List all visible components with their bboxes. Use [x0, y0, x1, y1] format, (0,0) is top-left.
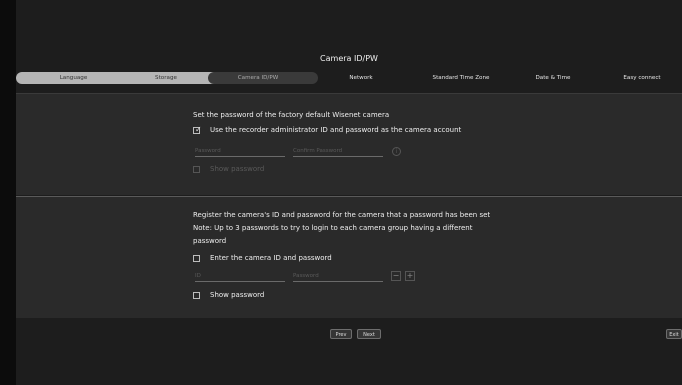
- step-easy-connect[interactable]: Easy connect: [602, 72, 682, 84]
- step-date-time[interactable]: Date & Time: [518, 72, 588, 84]
- info-icon[interactable]: i: [392, 147, 401, 156]
- minus-icon: −: [392, 271, 400, 280]
- plus-icon: +: [406, 271, 414, 280]
- confirm-password-placeholder: Confirm Password: [293, 148, 343, 154]
- password-placeholder: Password: [195, 148, 221, 154]
- use-admin-checkbox[interactable]: ✓: [193, 125, 202, 134]
- page-title: Camera ID/PW: [320, 54, 378, 63]
- step-storage[interactable]: Storage: [116, 72, 216, 84]
- show-password-label-1: Show password: [210, 165, 265, 173]
- password-field[interactable]: Password: [195, 146, 285, 157]
- show-password-checkbox-1[interactable]: [193, 166, 200, 173]
- exit-button[interactable]: Exit: [666, 329, 682, 339]
- camera-password-field[interactable]: Password: [293, 271, 383, 282]
- show-password-label-2: Show password: [210, 291, 265, 299]
- step-language[interactable]: Language: [16, 72, 131, 84]
- factory-default-heading: Set the password of the factory default …: [193, 111, 390, 119]
- camera-password-placeholder: Password: [293, 273, 319, 279]
- use-admin-label: Use the recorder administrator ID and pa…: [210, 126, 462, 134]
- note-line-1: Note: Up to 3 passwords to try to login …: [193, 224, 473, 232]
- prev-button[interactable]: Prev: [330, 329, 352, 339]
- next-button[interactable]: Next: [357, 329, 381, 339]
- add-password-button[interactable]: +: [405, 271, 415, 281]
- camera-id-placeholder: ID: [195, 273, 201, 279]
- register-heading: Register the camera's ID and password fo…: [193, 211, 491, 219]
- factory-default-section: [16, 93, 682, 195]
- enter-camera-id-checkbox[interactable]: [193, 255, 200, 262]
- step-camera-id-pw[interactable]: Camera ID/PW: [208, 72, 308, 84]
- step-standard-time-zone[interactable]: Standard Time Zone: [411, 72, 511, 84]
- show-password-checkbox-2[interactable]: [193, 292, 200, 299]
- note-line-2: password: [193, 237, 227, 245]
- confirm-password-field[interactable]: Confirm Password: [293, 146, 383, 157]
- camera-id-field[interactable]: ID: [195, 271, 285, 282]
- wizard-steps: Language Storage Camera ID/PW Network St…: [16, 72, 682, 84]
- enter-camera-id-label: Enter the camera ID and password: [210, 254, 332, 262]
- step-network[interactable]: Network: [321, 72, 401, 84]
- remove-password-button[interactable]: −: [391, 271, 401, 281]
- check-icon: ✓: [195, 125, 202, 134]
